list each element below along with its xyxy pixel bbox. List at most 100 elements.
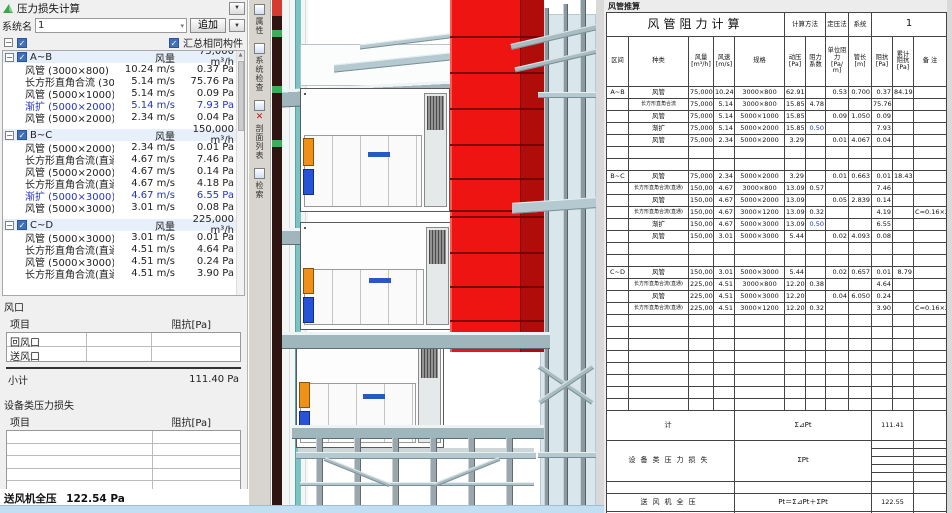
kind-cell: 风管 [629, 87, 689, 99]
table-cell [849, 303, 872, 315]
table-cell[interactable]: 0.50 [806, 219, 826, 231]
tree-item[interactable]: 长方形直角合流(直通) (3000...4.51 m/s3.90 Pa [3, 267, 244, 279]
kind-cell: 长方形直角合流(直通) [629, 279, 689, 291]
table-cell: 5000×2000 [735, 123, 785, 135]
outlet-mid-cell[interactable] [87, 333, 152, 346]
tree-item[interactable]: 风管 (5000×2000)2.34 m/s0.04 Pa [3, 111, 244, 123]
table-cell [689, 363, 714, 375]
mini-row [872, 449, 913, 457]
equipment-name-cell[interactable] [7, 444, 153, 456]
panel-divider [596, 0, 604, 513]
table-cell [607, 195, 629, 207]
equipment-name-cell[interactable] [7, 481, 153, 489]
tree-item-pressure: 0.37 Pa [178, 64, 234, 75]
table-cell [785, 159, 806, 171]
column-header: 阻力 系数 [806, 37, 826, 87]
table-cell [893, 219, 914, 231]
outlet-value-cell[interactable] [152, 347, 240, 361]
equipment-value-cell[interactable] [153, 431, 240, 443]
side-tab-3[interactable]: ✕剖面列表 [254, 100, 265, 160]
panel-menu-button[interactable] [229, 2, 245, 15]
system-name-combo[interactable]: 1 ▾ [35, 18, 187, 33]
table-cell [806, 363, 826, 375]
group-checkbox[interactable] [17, 130, 27, 140]
close-icon[interactable]: ✕ [256, 113, 264, 122]
table-cell [806, 291, 826, 303]
table-cell [714, 255, 735, 267]
append-button[interactable]: 追加 [190, 18, 226, 33]
tree-item-velocity: 2.34 m/s [117, 112, 175, 123]
equipment-name-cell[interactable] [7, 456, 153, 468]
kind-cell [629, 147, 689, 159]
table-cell [826, 219, 849, 231]
table-cell: 13.09 [785, 195, 806, 207]
equipment-value-cell[interactable] [153, 444, 240, 456]
side-tab-4[interactable]: 检索 [254, 168, 265, 199]
table-cell: 3000×1200 [735, 303, 785, 315]
table-cell: C=0.16×2 [914, 207, 947, 219]
3d-viewport[interactable] [282, 0, 596, 505]
append-menu-button[interactable] [229, 19, 245, 32]
table-cell: 13.09 [785, 219, 806, 231]
tree-item-pressure: 6.55 Pa [178, 190, 234, 201]
tree-scrollbar[interactable]: ▲ [236, 51, 244, 295]
table-cell [849, 159, 872, 171]
table-cell: 0.01 [872, 267, 893, 279]
equipment-name-cell[interactable] [7, 469, 153, 481]
outlet-mid-cell[interactable] [87, 347, 152, 361]
table-cell: 0.37 [872, 87, 893, 99]
collapse-all-icon[interactable] [4, 38, 13, 47]
table-cell [607, 99, 629, 111]
chevron-down-icon[interactable]: ▾ [180, 22, 184, 30]
collapse-icon[interactable] [5, 53, 14, 62]
outlet-value-cell[interactable] [152, 333, 240, 346]
summarize-checkbox[interactable] [169, 38, 179, 48]
table-cell: 4.67 [714, 207, 735, 219]
select-all-checkbox[interactable] [17, 38, 27, 48]
column-header: 累计阻抗 [Pa] [893, 37, 914, 87]
model-edge-column [272, 0, 282, 505]
side-tab-1[interactable]: 属性 [254, 4, 265, 35]
table-cell [689, 327, 714, 339]
table-cell: 0.53 [826, 87, 849, 99]
collapse-icon[interactable] [5, 221, 14, 230]
table-cell [806, 171, 826, 183]
equipment-value-cell[interactable] [153, 481, 240, 489]
table-cell: 4.67 [714, 219, 735, 231]
table-cell [607, 327, 629, 339]
table-cell: 0.01 [872, 171, 893, 183]
table-cell: 225,000 [689, 279, 714, 291]
tree-item-pressure: 7.46 Pa [178, 154, 234, 165]
scrollbar-thumb[interactable] [238, 61, 244, 131]
table-cell [806, 327, 826, 339]
table-cell [785, 399, 806, 411]
table-cell[interactable]: 0.50 [806, 123, 826, 135]
table-cell [872, 243, 893, 255]
side-tab-2[interactable]: 系统检查 [254, 43, 265, 92]
table-cell [893, 243, 914, 255]
tree-item[interactable]: 风管 (5000×3000)3.01 m/s0.08 Pa [3, 201, 244, 213]
equipment-value-cell[interactable] [153, 456, 240, 468]
flow-label: 风量 [155, 128, 175, 143]
table-cell [806, 147, 826, 159]
collapse-icon[interactable] [5, 131, 14, 140]
equipment-name-cell[interactable] [7, 431, 153, 443]
equipment-value-cell[interactable] [153, 469, 240, 481]
table-cell: 0.02 [826, 267, 849, 279]
table-cell [914, 111, 947, 123]
table-cell [849, 255, 872, 267]
table-cell [893, 375, 914, 387]
table-cell: 0.05 [826, 195, 849, 207]
table-cell: 150,000 [689, 195, 714, 207]
scroll-up-icon[interactable]: ▲ [237, 51, 244, 60]
table-cell [914, 147, 947, 159]
table-cell [872, 375, 893, 387]
table-cell [872, 255, 893, 267]
group-checkbox[interactable] [17, 220, 27, 230]
group-checkbox[interactable] [17, 52, 27, 62]
table-cell [607, 111, 629, 123]
table-cell: 75,000 [689, 123, 714, 135]
kind-cell [629, 315, 689, 327]
table-cell [785, 255, 806, 267]
table-cell: B~C [607, 171, 629, 183]
